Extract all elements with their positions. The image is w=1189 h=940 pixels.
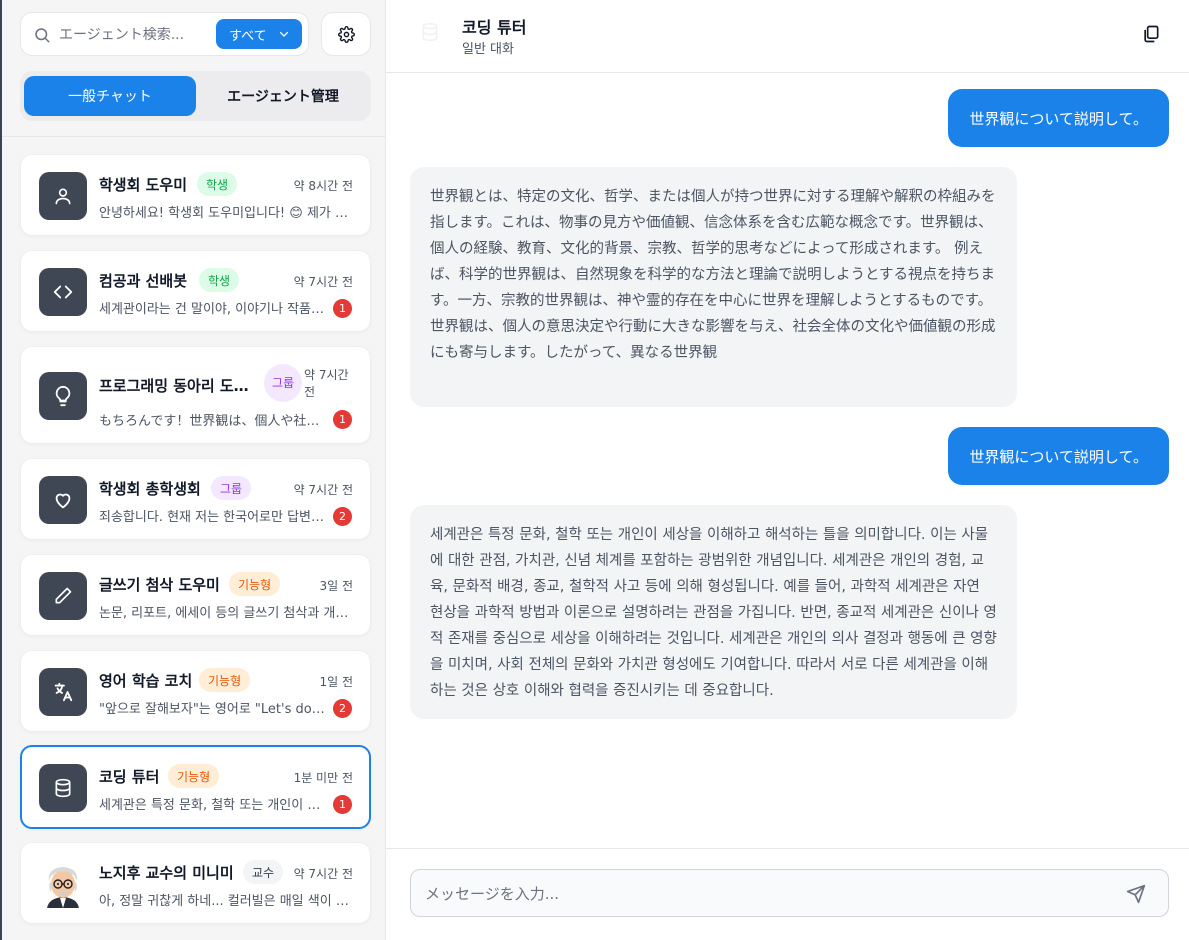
- agent-avatar: [39, 668, 87, 716]
- filter-label: すべて: [229, 28, 267, 44]
- search-icon: [35, 28, 50, 43]
- agent-avatar: [39, 268, 87, 316]
- agent-preview: もちろんです！世界観は、個人や社会が持つ: [99, 414, 327, 429]
- agent-name: 영어 학습 코치: [99, 672, 193, 690]
- search-box[interactable]: すべて: [20, 12, 309, 56]
- agent-time: 1분 미만 전: [293, 771, 353, 785]
- agent-preview: 논문, 리포트, 에세이 등의 글쓰기 첨삭과 개선을 도와드립니다: [99, 606, 351, 621]
- database-icon: [422, 22, 438, 42]
- agent-time: 약 8시간 전: [293, 179, 353, 193]
- agent-card[interactable]: 영어 학습 코치 기능형 1일 전 "앞으로 잘해보자"는 영어로 "Let's…: [20, 650, 371, 732]
- agent-time: 약 7시간 전: [304, 368, 349, 399]
- database-icon: [55, 778, 71, 798]
- agent-name: 컴공과 선배봇: [99, 272, 188, 290]
- unread-badge: 1: [333, 410, 352, 429]
- agent-avatar: [39, 172, 87, 220]
- agent-preview: 세계관은 특정 문화, 철학 또는 개인이 세상을 이해하고: [99, 798, 327, 813]
- filter-dropdown[interactable]: すべて: [216, 19, 302, 49]
- agent-name: 글쓰기 첨삭 도우미: [99, 576, 220, 594]
- agent-preview: "앞으로 잘해보자"는 영어로 "Let's do our best": [99, 702, 327, 717]
- message-list: 世界観について説明して。 世界観とは、特定の文化、哲学、または個人が持つ世界に対…: [386, 73, 1189, 848]
- sidebar: すべて 一般チャット エージェント管理 학생회 도우미 학생 약 8시간 전 안…: [0, 0, 388, 940]
- user-message: 世界観について説明して。: [948, 427, 1169, 485]
- agent-name: 학생회 도우미: [99, 176, 188, 194]
- assistant-message: 世界観とは、特定の文化、哲学、または個人が持つ世界に対する理解や解釈の枠組みを指…: [410, 167, 1017, 407]
- agent-preview: 아, 정말 귀찮게 하네... 컬러빌은 매일 색이 바뀌어: [99, 894, 351, 909]
- heart-icon: [55, 493, 71, 509]
- assistant-message: 세계관은 특정 문화, 철학 또는 개인이 세상을 이해하고 해석하는 틀을 의…: [410, 505, 1017, 719]
- agent-tag: 학생: [199, 268, 240, 292]
- user-message: 世界観について説明して。: [948, 89, 1169, 147]
- search-row: すべて: [20, 12, 371, 56]
- agent-avatar: [39, 572, 87, 620]
- translate-icon: [54, 682, 73, 702]
- agent-preview: 안녕하세요! 학생회 도우미입니다! 😊 제가 도와드릴게요: [99, 206, 351, 221]
- agent-time: 3일 전: [319, 579, 353, 593]
- agent-avatar: [39, 860, 87, 908]
- agent-tag: 기능형: [199, 668, 251, 692]
- chat-panel: 코딩 튜터 일반 대화 世界観について説明して。 世界観とは、特定の文化、哲学、…: [386, 0, 1189, 940]
- message-box[interactable]: [410, 869, 1169, 917]
- unread-badge: 1: [333, 299, 352, 318]
- sidebar-divider: [2, 136, 388, 137]
- agent-tag: 그룹: [211, 476, 252, 500]
- agent-time: 약 7시간 전: [293, 867, 353, 881]
- agent-tag: 교수: [243, 860, 284, 884]
- agent-card[interactable]: 컴공과 선배봇 학생 약 7시간 전 세계관이라는 건 말이야, 이야기나 작품…: [20, 250, 371, 332]
- agent-tag: 학생: [197, 172, 238, 196]
- agent-time: 1일 전: [319, 675, 353, 689]
- mode-tabs: 一般チャット エージェント管理: [20, 71, 371, 121]
- agent-tag: 그룹: [264, 364, 302, 402]
- copy-icon[interactable]: [1141, 24, 1161, 44]
- agent-time: 약 7시간 전: [293, 275, 353, 289]
- agent-avatar: [39, 372, 87, 420]
- chat-title: 코딩 튜터: [462, 18, 527, 37]
- send-icon[interactable]: [1126, 884, 1146, 904]
- agent-name: 학생회 총학생회: [99, 480, 201, 498]
- agent-card-selected[interactable]: 코딩 튜터 기능형 1분 미만 전 세계관은 특정 문화, 철학 또는 개인이 …: [20, 745, 371, 829]
- agent-card[interactable]: 학생회 도우미 학생 약 8시간 전 안녕하세요! 학생회 도우미입니다! 😊 …: [20, 154, 371, 236]
- gear-icon: [337, 25, 355, 43]
- agent-tag: 기능형: [229, 572, 281, 596]
- agent-card[interactable]: 학생회 총학생회 그룹 약 7시간 전 죄송합니다. 현재 저는 한국어로만 답…: [20, 458, 371, 540]
- tab-general-chat[interactable]: 一般チャット: [24, 76, 196, 116]
- chevron-down-icon: [279, 31, 289, 37]
- chat-subtitle: 일반 대화: [462, 42, 514, 57]
- unread-badge: 1: [333, 795, 352, 814]
- search-input[interactable]: [59, 21, 209, 49]
- tab-agent-management[interactable]: エージェント管理: [198, 76, 368, 116]
- agent-avatar: [39, 476, 87, 524]
- user-icon: [55, 188, 71, 205]
- code-icon: [53, 285, 73, 299]
- composer: [386, 848, 1189, 940]
- agent-time: 약 7시간 전: [293, 483, 353, 497]
- agent-card[interactable]: 노지후 교수의 미니미 교수 약 7시간 전 아, 정말 귀찮게 하네... 컬…: [20, 842, 371, 924]
- professor-avatar: [39, 860, 87, 908]
- unread-badge: 2: [333, 699, 352, 718]
- agent-name: 코딩 튜터: [99, 768, 160, 786]
- agent-card[interactable]: 글쓰기 첨삭 도우미 기능형 3일 전 논문, 리포트, 에세이 등의 글쓰기 …: [20, 554, 371, 636]
- chat-header: 코딩 튜터 일반 대화: [386, 0, 1189, 73]
- agent-avatar: [39, 764, 87, 812]
- lightbulb-icon: [55, 385, 71, 407]
- agent-preview: 죄송합니다. 현재 저는 한국어로만 답변할 수 있습니다: [99, 510, 327, 525]
- pencil-icon: [55, 587, 72, 604]
- agent-tag: 기능형: [168, 764, 220, 788]
- agent-card[interactable]: 프로그래밍 동아리 도우미 그룹 약 7시간 전 もちろんです！世界観は、個人や…: [20, 346, 371, 444]
- agent-preview: 세계관이라는 건 말이야, 이야기나 작품의 배경이 되는: [99, 302, 327, 317]
- agent-name: 프로그래밍 동아리 도우미: [99, 377, 257, 395]
- unread-badge: 2: [333, 507, 352, 526]
- settings-button[interactable]: [321, 12, 371, 56]
- message-input[interactable]: [425, 880, 1105, 908]
- agent-name: 노지후 교수의 미니미: [99, 864, 234, 882]
